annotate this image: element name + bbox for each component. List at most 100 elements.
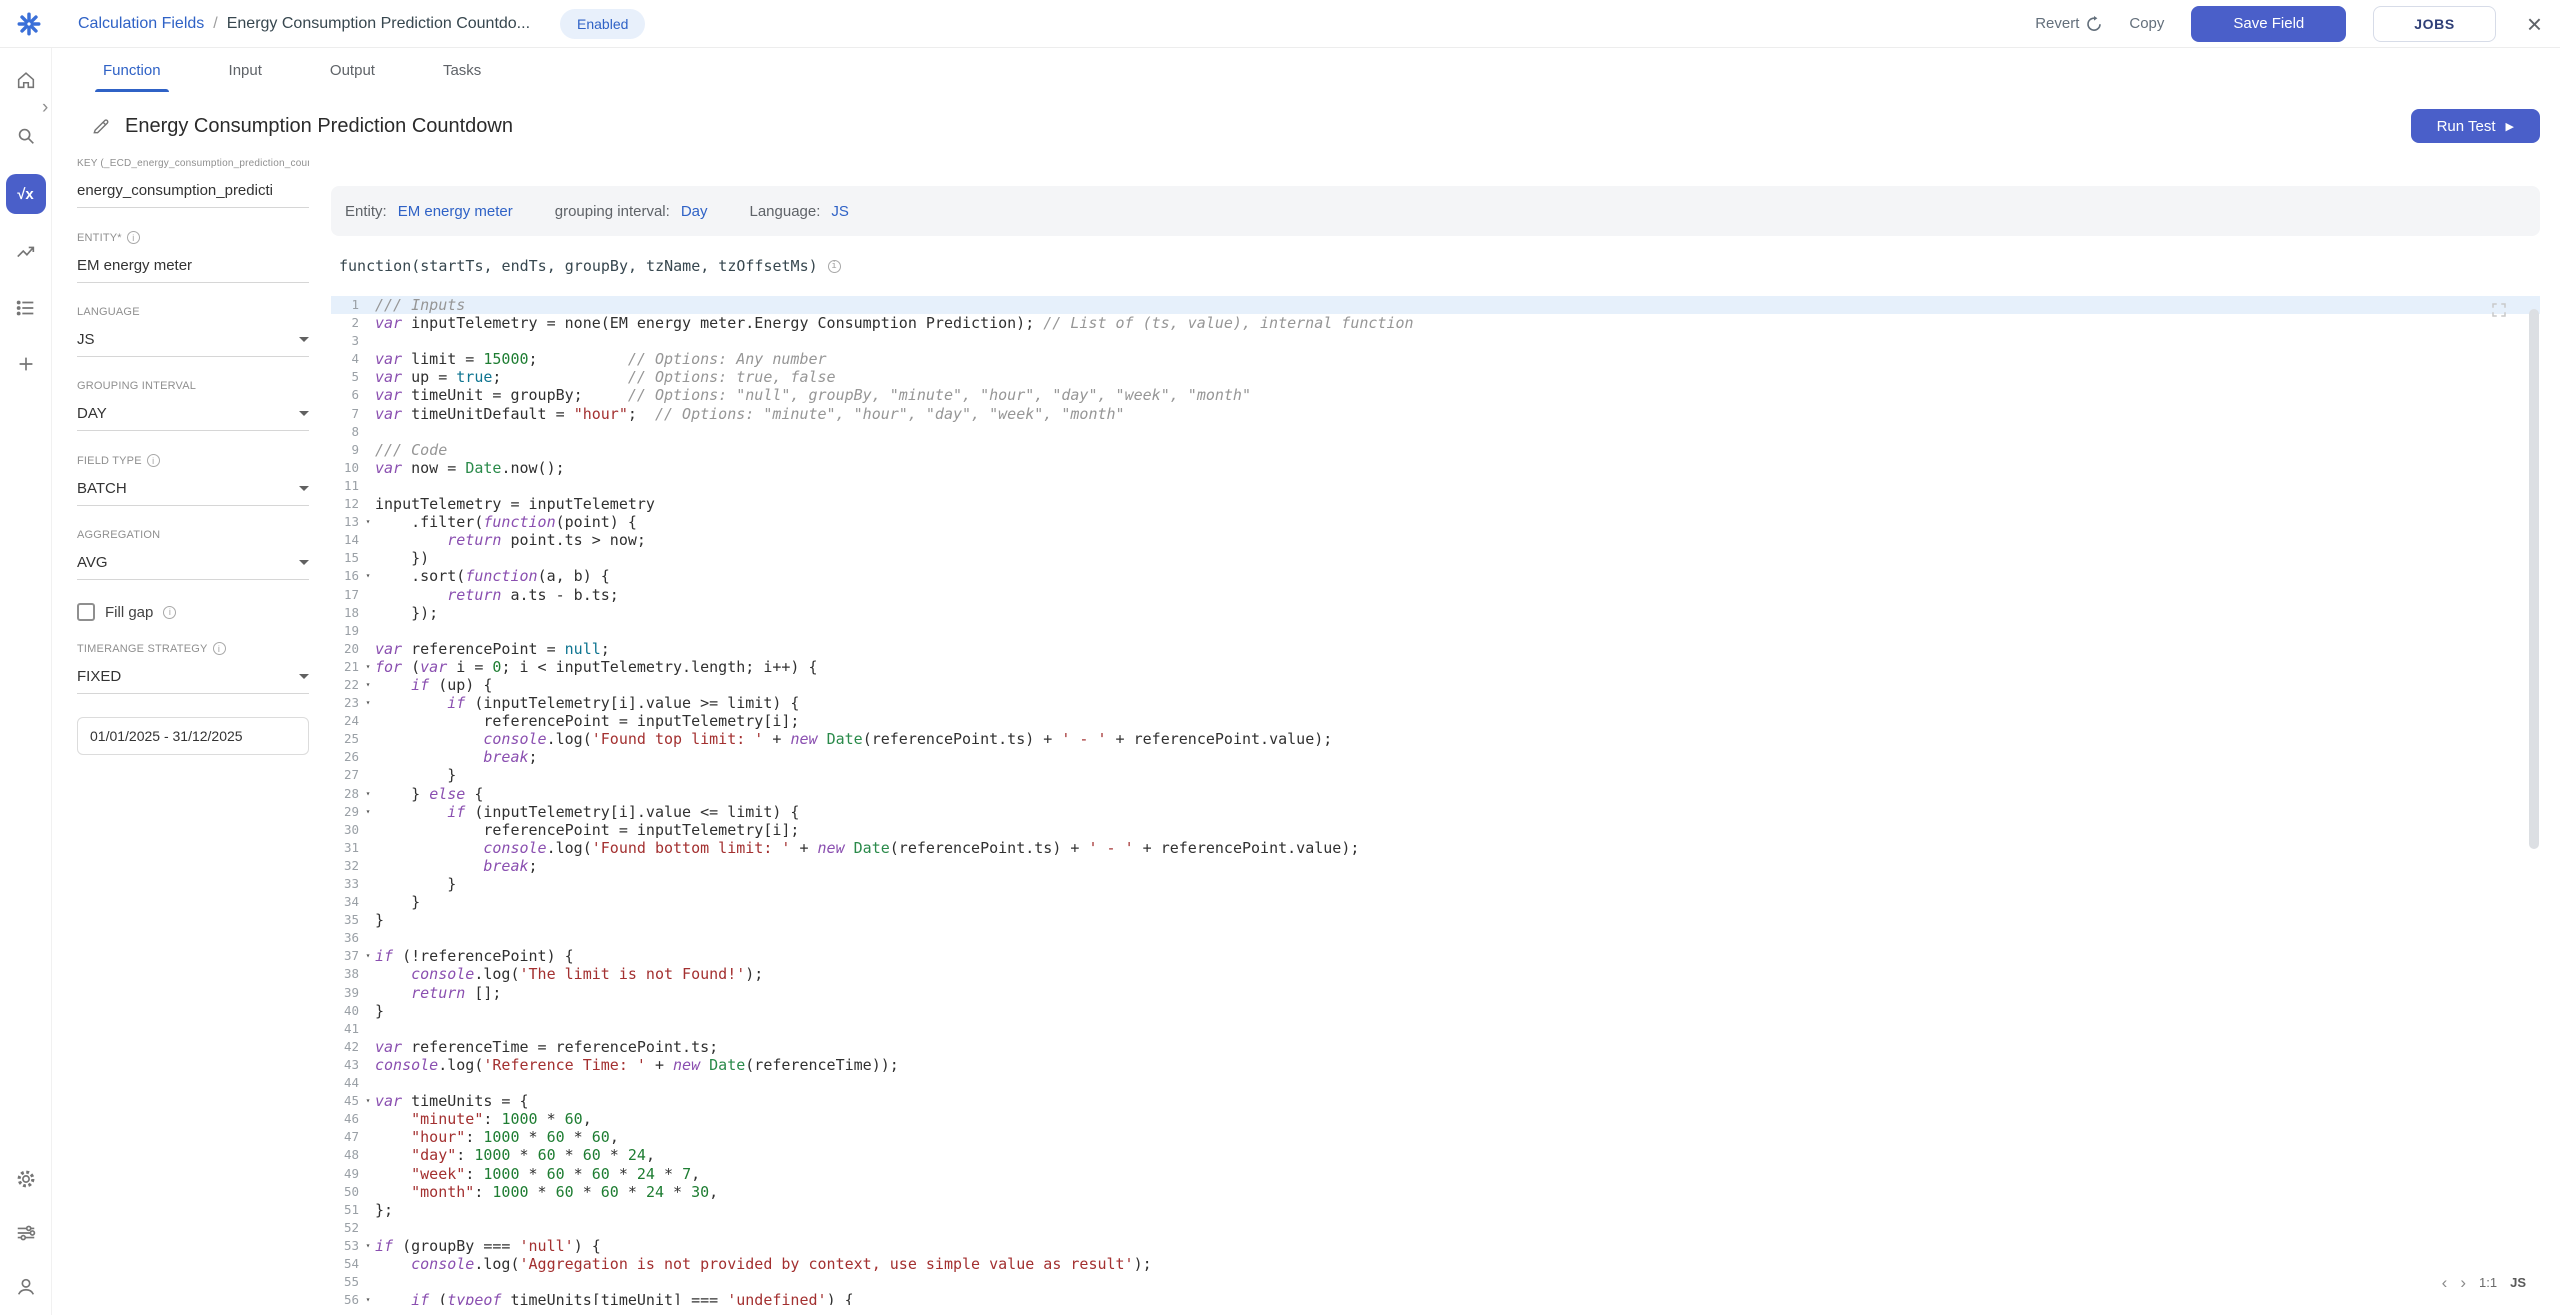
code-line-19[interactable]: 19 — [331, 622, 2540, 640]
revert-button[interactable]: Revert — [2035, 15, 2102, 32]
code-line-10[interactable]: 10var now = Date.now(); — [331, 459, 2540, 477]
grouping-interval-select[interactable]: DAY — [77, 397, 309, 431]
code-line-48[interactable]: 48 "day": 1000 * 60 * 60 * 24, — [331, 1146, 2540, 1164]
code-line-8[interactable]: 8 — [331, 423, 2540, 441]
calculated-fields-icon[interactable] — [6, 174, 46, 214]
code-line-53[interactable]: 53▾if (groupBy === 'null') { — [331, 1237, 2540, 1255]
info-icon[interactable] — [213, 642, 226, 655]
code-line-47[interactable]: 47 "hour": 1000 * 60 * 60, — [331, 1128, 2540, 1146]
jobs-button[interactable]: JOBS — [2373, 6, 2496, 42]
code-line-43[interactable]: 43console.log('Reference Time: ' + new D… — [331, 1056, 2540, 1074]
code-line-11[interactable]: 11 — [331, 477, 2540, 495]
code-line-45[interactable]: 45▾var timeUnits = { — [331, 1092, 2540, 1110]
code-line-55[interactable]: 55 — [331, 1273, 2540, 1291]
code-editor[interactable]: 1/// Inputs2var inputTelemetry = none(EM… — [331, 296, 2540, 1305]
code-line-18[interactable]: 18 }); — [331, 604, 2540, 622]
code-line-51[interactable]: 51}; — [331, 1201, 2540, 1219]
code-line-23[interactable]: 23▾ if (inputTelemetry[i].value >= limit… — [331, 694, 2540, 712]
tab-tasks[interactable]: Tasks — [431, 48, 493, 92]
code-line-29[interactable]: 29▾ if (inputTelemetry[i].value <= limit… — [331, 803, 2540, 821]
code-line-38[interactable]: 38 console.log('The limit is not Found!'… — [331, 965, 2540, 983]
code-line-6[interactable]: 6var timeUnit = groupBy; // Options: "nu… — [331, 386, 2540, 404]
code-line-16[interactable]: 16▾ .sort(function(a, b) { — [331, 567, 2540, 585]
code-line-12[interactable]: 12inputTelemetry = inputTelemetry — [331, 495, 2540, 513]
code-line-1[interactable]: 1/// Inputs — [331, 296, 2540, 314]
code-line-41[interactable]: 41 — [331, 1020, 2540, 1038]
code-line-40[interactable]: 40} — [331, 1002, 2540, 1020]
code-line-36[interactable]: 36 — [331, 929, 2540, 947]
code-line-34[interactable]: 34 } — [331, 893, 2540, 911]
sidebar-expand-icon[interactable] — [42, 98, 48, 117]
code-line-9[interactable]: 9/// Code — [331, 441, 2540, 459]
context-entity-link[interactable]: EM energy meter — [398, 203, 513, 220]
date-range-field[interactable]: 01/01/2025 - 31/12/2025 — [77, 717, 309, 755]
code-line-27[interactable]: 27 } — [331, 766, 2540, 784]
tab-function[interactable]: Function — [91, 48, 173, 92]
info-icon[interactable] — [147, 454, 160, 467]
tab-input[interactable]: Input — [217, 48, 274, 92]
tab-output[interactable]: Output — [318, 48, 387, 92]
profile-person-icon[interactable] — [14, 1275, 38, 1299]
fullscreen-icon[interactable] — [2490, 301, 2508, 323]
settings-gear-icon[interactable] — [14, 1167, 38, 1191]
context-grouping-link[interactable]: Day — [681, 203, 708, 220]
code-line-42[interactable]: 42var referenceTime = referencePoint.ts; — [331, 1038, 2540, 1056]
code-line-54[interactable]: 54 console.log('Aggregation is not provi… — [331, 1255, 2540, 1273]
save-field-button[interactable]: Save Field — [2191, 6, 2346, 42]
code-line-49[interactable]: 49 "week": 1000 * 60 * 60 * 24 * 7, — [331, 1165, 2540, 1183]
chevron-left-icon[interactable] — [2442, 1274, 2448, 1291]
code-line-21[interactable]: 21▾for (var i = 0; i < inputTelemetry.le… — [331, 658, 2540, 676]
chevron-right-icon[interactable] — [2460, 1274, 2466, 1291]
code-line-50[interactable]: 50 "month": 1000 * 60 * 60 * 24 * 30, — [331, 1183, 2540, 1201]
code-line-14[interactable]: 14 return point.ts > now; — [331, 531, 2540, 549]
key-input[interactable] — [77, 174, 309, 208]
edit-pencil-icon[interactable] — [91, 116, 111, 136]
info-icon[interactable] — [127, 231, 140, 244]
code-line-13[interactable]: 13▾ .filter(function(point) { — [331, 513, 2540, 531]
close-icon[interactable] — [2527, 11, 2542, 37]
info-icon[interactable] — [828, 260, 841, 273]
run-test-button[interactable]: Run Test — [2411, 109, 2540, 143]
code-line-30[interactable]: 30 referencePoint = inputTelemetry[i]; — [331, 821, 2540, 839]
copy-button[interactable]: Copy — [2129, 15, 2164, 32]
entity-input[interactable] — [77, 249, 309, 283]
home-icon[interactable] — [14, 68, 38, 92]
context-language-link[interactable]: JS — [831, 203, 849, 220]
code-line-17[interactable]: 17 return a.ts - b.ts; — [331, 586, 2540, 604]
code-line-2[interactable]: 2var inputTelemetry = none(EM energy met… — [331, 314, 2540, 332]
language-select[interactable]: JS — [77, 323, 309, 357]
code-line-52[interactable]: 52 — [331, 1219, 2540, 1237]
code-line-5[interactable]: 5var up = true; // Options: true, false — [331, 368, 2540, 386]
code-line-25[interactable]: 25 console.log('Found top limit: ' + new… — [331, 730, 2540, 748]
tune-sliders-icon[interactable] — [14, 1221, 38, 1245]
code-line-28[interactable]: 28▾ } else { — [331, 785, 2540, 803]
code-line-26[interactable]: 26 break; — [331, 748, 2540, 766]
code-line-33[interactable]: 33 } — [331, 875, 2540, 893]
code-line-56[interactable]: 56▾ if (typeof timeUnits[timeUnit] === '… — [331, 1291, 2540, 1305]
code-line-24[interactable]: 24 referencePoint = inputTelemetry[i]; — [331, 712, 2540, 730]
fill-gap-checkbox[interactable] — [77, 603, 95, 621]
field-type-select[interactable]: BATCH — [77, 472, 309, 506]
timerange-strategy-select[interactable]: FIXED — [77, 660, 309, 694]
scrollbar-thumb[interactable] — [2529, 309, 2539, 849]
code-line-44[interactable]: 44 — [331, 1074, 2540, 1092]
code-line-31[interactable]: 31 console.log('Found bottom limit: ' + … — [331, 839, 2540, 857]
code-line-15[interactable]: 15 }) — [331, 549, 2540, 567]
code-line-20[interactable]: 20var referencePoint = null; — [331, 640, 2540, 658]
info-icon[interactable] — [163, 606, 176, 619]
list-icon[interactable] — [14, 296, 38, 320]
code-line-4[interactable]: 4var limit = 15000; // Options: Any numb… — [331, 350, 2540, 368]
code-line-7[interactable]: 7var timeUnitDefault = "hour"; // Option… — [331, 405, 2540, 423]
code-line-37[interactable]: 37▾if (!referencePoint) { — [331, 947, 2540, 965]
code-line-32[interactable]: 32 break; — [331, 857, 2540, 875]
code-line-3[interactable]: 3 — [331, 332, 2540, 350]
app-logo-icon[interactable] — [16, 11, 42, 37]
code-line-22[interactable]: 22▾ if (up) { — [331, 676, 2540, 694]
add-plus-icon[interactable] — [14, 352, 38, 376]
breadcrumb-root-link[interactable]: Calculation Fields — [78, 15, 204, 33]
code-lines[interactable]: 1/// Inputs2var inputTelemetry = none(EM… — [331, 296, 2540, 1305]
aggregation-select[interactable]: AVG — [77, 546, 309, 580]
code-line-46[interactable]: 46 "minute": 1000 * 60, — [331, 1110, 2540, 1128]
trending-chart-icon[interactable] — [14, 240, 38, 264]
code-line-35[interactable]: 35} — [331, 911, 2540, 929]
